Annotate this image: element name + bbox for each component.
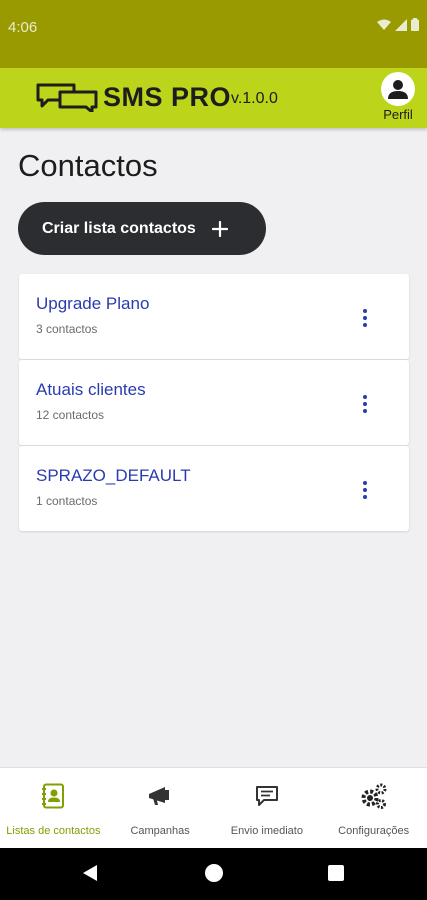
list-count: 3 contactos — [36, 322, 98, 336]
battery-icon — [411, 18, 419, 31]
profile-avatar — [381, 72, 415, 106]
signal-icon — [395, 18, 407, 31]
nav-label: Configurações — [338, 825, 410, 837]
more-vert-icon — [363, 395, 367, 413]
nav-label: Campanhas — [130, 825, 190, 837]
more-options-button[interactable] — [353, 478, 377, 502]
status-icons — [377, 18, 419, 31]
list-count: 12 contactos — [36, 408, 105, 422]
page-title: Contactos — [18, 148, 158, 183]
more-options-button[interactable] — [353, 306, 377, 330]
contacts-book-icon — [42, 783, 65, 809]
status-bar: 4:06 — [0, 0, 427, 68]
profile-label: Perfil — [383, 107, 413, 122]
back-icon[interactable] — [82, 864, 98, 882]
nav-item-immediate-send[interactable]: Envio imediato — [214, 768, 321, 848]
list-item[interactable]: Atuais clientes 12 contactos — [19, 360, 409, 445]
nav-item-contact-lists[interactable]: Listas de contactos — [0, 768, 107, 848]
system-nav-bar — [0, 848, 427, 900]
nav-item-campaigns[interactable]: Campanhas — [107, 768, 214, 848]
status-time: 4:06 — [8, 19, 38, 36]
nav-label: Envio imediato — [230, 825, 303, 837]
contact-lists: Upgrade Plano 3 contactos Atuais cliente… — [19, 274, 409, 532]
nav-label: Listas de contactos — [6, 825, 101, 837]
app-name: SMS PRO — [103, 82, 232, 112]
list-count: 1 contactos — [36, 494, 98, 508]
chat-logo-icon — [36, 83, 98, 112]
bottom-nav: Listas de contactos Campanhas Envio imed… — [0, 767, 427, 848]
wifi-icon — [377, 19, 391, 30]
list-name: SPRAZO_DEFAULT — [36, 466, 191, 485]
list-item[interactable]: SPRAZO_DEFAULT 1 contactos — [19, 446, 409, 531]
app-header: SMS PRO v.1.0.0 Perfil — [0, 68, 427, 128]
home-icon[interactable] — [205, 864, 223, 882]
app-version: v.1.0.0 — [231, 90, 278, 107]
more-options-button[interactable] — [353, 392, 377, 416]
nav-item-settings[interactable]: Configurações — [320, 768, 427, 848]
create-button-label: Criar lista contactos — [42, 219, 196, 237]
list-item[interactable]: Upgrade Plano 3 contactos — [19, 274, 409, 359]
plus-icon — [211, 220, 228, 237]
list-name: Atuais clientes — [36, 380, 146, 399]
megaphone-icon — [149, 787, 170, 805]
create-contact-list-button[interactable]: Criar lista contactos — [18, 202, 266, 255]
profile-button[interactable]: Perfil — [379, 72, 417, 122]
list-name: Upgrade Plano — [36, 294, 150, 313]
more-vert-icon — [363, 309, 367, 327]
recent-apps-icon[interactable] — [328, 865, 344, 881]
message-icon — [255, 786, 278, 806]
person-icon — [388, 80, 408, 99]
gears-icon — [361, 783, 387, 809]
more-vert-icon — [363, 481, 367, 499]
